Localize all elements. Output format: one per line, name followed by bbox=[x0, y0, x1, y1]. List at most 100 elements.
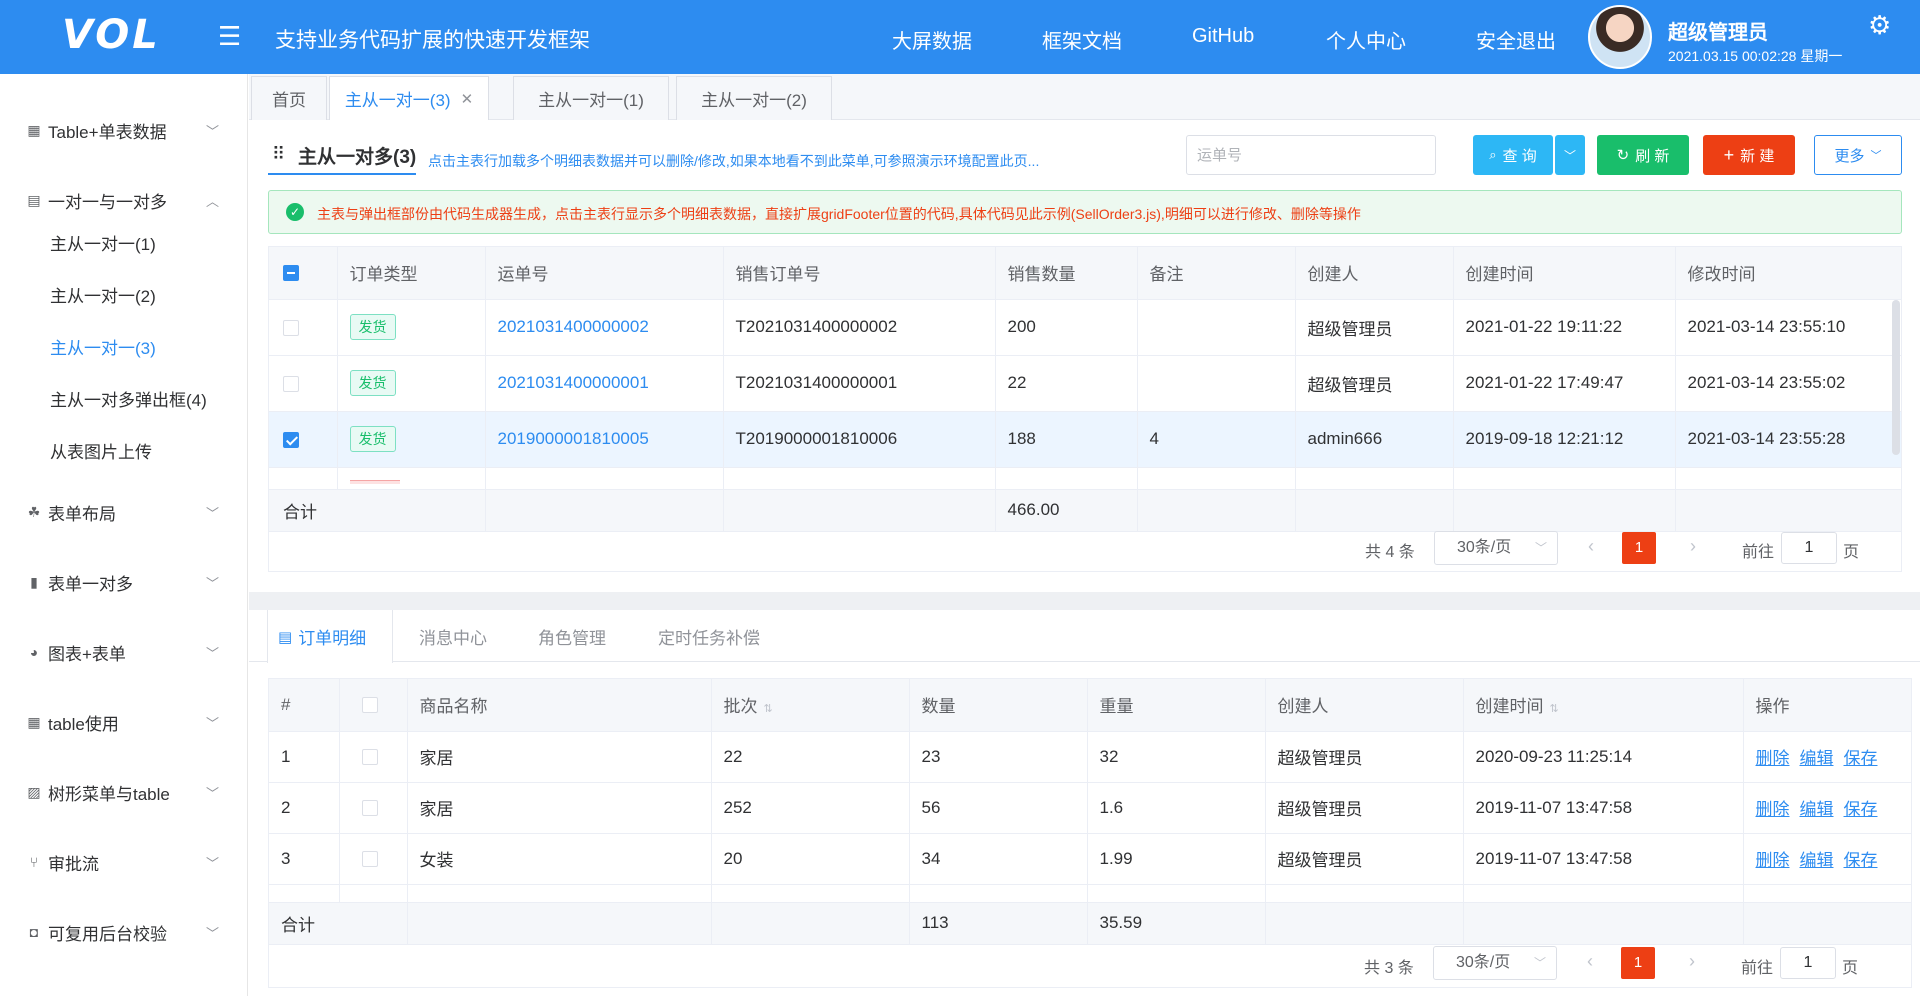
edit-link[interactable]: 编辑 bbox=[1800, 800, 1834, 819]
table-cell[interactable]: 女装 bbox=[407, 833, 712, 885]
table-cell[interactable]: 56 bbox=[909, 782, 1088, 834]
save-link[interactable]: 保存 bbox=[1844, 851, 1878, 870]
waybill-search-input[interactable] bbox=[1186, 135, 1436, 175]
tab-master-detail-1[interactable]: 主从一对一(1) bbox=[513, 76, 669, 120]
table-row[interactable]: 3 女装 20 34 1.99 超级管理员 2019-11-07 13:47:5… bbox=[269, 833, 1911, 885]
table-row[interactable]: 1 家居 22 23 32 超级管理员 2020-09-23 11:25:14 … bbox=[269, 731, 1911, 783]
sidebar-group-tree-table[interactable]: ▨ 树形菜单与table ﹀ bbox=[0, 772, 248, 812]
tab-message-center[interactable]: 消息中心 bbox=[419, 610, 487, 662]
column-header[interactable]: 商品名称 bbox=[407, 679, 712, 732]
column-header-sortable[interactable]: 批次 ⇅ bbox=[711, 679, 910, 732]
table-cell[interactable]: 22 bbox=[711, 731, 910, 783]
next-page-icon[interactable]: › bbox=[1690, 536, 1696, 557]
column-header[interactable]: 创建人 bbox=[1295, 247, 1454, 300]
waybill-link[interactable]: 2019000001810005 bbox=[498, 429, 649, 448]
select-all-cell[interactable] bbox=[269, 247, 338, 300]
waybill-link[interactable]: 2021031400000001 bbox=[498, 373, 649, 392]
table-cell[interactable]: 252 bbox=[711, 782, 910, 834]
row-checkbox[interactable] bbox=[361, 800, 378, 817]
sidebar-group-validation[interactable]: ◘ 可复用后台校验 ﹀ bbox=[0, 912, 248, 952]
edit-link[interactable]: 编辑 bbox=[1800, 749, 1834, 768]
sidebar-group-form-one-to-many[interactable]: ▮ 表单一对多 ﹀ bbox=[0, 562, 248, 602]
table-cell[interactable]: 家居 bbox=[407, 782, 712, 834]
refresh-button[interactable]: ↻ 刷 新 bbox=[1597, 135, 1689, 175]
page-number-active[interactable]: 1 bbox=[1622, 532, 1656, 564]
query-button[interactable]: ⌕ 查 询 bbox=[1473, 135, 1553, 175]
delete-link[interactable]: 删除 bbox=[1756, 749, 1790, 768]
waybill-link[interactable]: 2021031400000002 bbox=[498, 317, 649, 336]
new-button[interactable]: + 新 建 bbox=[1703, 135, 1795, 175]
row-checkbox[interactable] bbox=[361, 851, 378, 868]
query-dropdown-button[interactable]: ﹀ bbox=[1555, 135, 1585, 175]
column-header[interactable]: 数量 bbox=[909, 679, 1088, 732]
nav-bigscreen[interactable]: 大屏数据 bbox=[892, 25, 972, 54]
column-header[interactable]: 运单号 bbox=[485, 247, 724, 300]
sidebar-group-chart-form[interactable]: ◕ 图表+表单 ﹀ bbox=[0, 632, 248, 672]
next-page-icon[interactable]: › bbox=[1689, 951, 1695, 972]
column-header[interactable]: 重量 bbox=[1087, 679, 1266, 732]
column-header-sortable[interactable]: 创建时间 ⇅ bbox=[1463, 679, 1744, 732]
table-row[interactable]: 2 家居 252 56 1.6 超级管理员 2019-11-07 13:47:5… bbox=[269, 782, 1911, 834]
select-all-checkbox[interactable] bbox=[361, 697, 378, 714]
prev-page-icon[interactable]: ‹ bbox=[1587, 951, 1593, 972]
table-cell[interactable]: 1.99 bbox=[1087, 833, 1266, 885]
tab-role-management[interactable]: 角色管理 bbox=[538, 610, 606, 662]
row-checkbox[interactable] bbox=[283, 319, 299, 336]
column-header[interactable]: 修改时间 bbox=[1675, 247, 1901, 300]
more-button[interactable]: 更多 ﹀ bbox=[1814, 135, 1902, 175]
column-header[interactable]: 创建时间 bbox=[1453, 247, 1676, 300]
column-header[interactable]: 订单类型 bbox=[337, 247, 486, 300]
sidebar-item-master-detail-2[interactable]: 主从一对一(2) bbox=[50, 282, 156, 307]
sidebar-item-master-detail-popup-4[interactable]: 主从一对多弹出框(4) bbox=[50, 386, 207, 411]
nav-docs[interactable]: 框架文档 bbox=[1042, 25, 1122, 54]
page-number-active[interactable]: 1 bbox=[1621, 947, 1655, 979]
row-checkbox[interactable] bbox=[283, 431, 299, 448]
column-header[interactable]: 备注 bbox=[1137, 247, 1296, 300]
column-header[interactable]: 销售数量 bbox=[995, 247, 1138, 300]
column-header[interactable]: 创建人 bbox=[1265, 679, 1464, 732]
sidebar-group-form-layout[interactable]: ☘ 表单布局 ﹀ bbox=[0, 492, 248, 532]
select-all-checkbox[interactable] bbox=[283, 265, 299, 282]
vertical-scrollbar[interactable] bbox=[1892, 300, 1900, 455]
menu-toggle-icon[interactable]: ☰ bbox=[218, 22, 241, 50]
nav-github[interactable]: GitHub bbox=[1192, 25, 1254, 48]
save-link[interactable]: 保存 bbox=[1844, 749, 1878, 768]
tab-master-detail-2[interactable]: 主从一对一(2) bbox=[676, 76, 832, 120]
row-checkbox[interactable] bbox=[283, 375, 299, 392]
gear-icon[interactable]: ⚙ bbox=[1868, 10, 1891, 41]
sort-icon[interactable]: ⇅ bbox=[764, 703, 773, 715]
table-cell[interactable]: 20 bbox=[711, 833, 910, 885]
table-cell[interactable]: 34 bbox=[909, 833, 1088, 885]
prev-page-icon[interactable]: ‹ bbox=[1588, 536, 1594, 557]
table-cell[interactable]: 23 bbox=[909, 731, 1088, 783]
sidebar-group-table[interactable]: ▦ Table+单表数据 ﹀ bbox=[0, 110, 248, 150]
app-logo[interactable]: VOL bbox=[62, 12, 161, 58]
edit-link[interactable]: 编辑 bbox=[1800, 851, 1834, 870]
table-row[interactable]: 发货 2021031400000001 T2021031400000001 22… bbox=[269, 355, 1901, 412]
sidebar-item-master-detail-1[interactable]: 主从一对一(1) bbox=[50, 230, 156, 255]
sidebar-group-one-to-many[interactable]: ▤ 一对一与一对多 ︿ bbox=[0, 180, 248, 220]
goto-page-input[interactable] bbox=[1780, 947, 1836, 979]
save-link[interactable]: 保存 bbox=[1844, 800, 1878, 819]
table-cell[interactable]: 1.6 bbox=[1087, 782, 1266, 834]
table-cell[interactable]: 32 bbox=[1087, 731, 1266, 783]
delete-link[interactable]: 删除 bbox=[1756, 851, 1790, 870]
close-icon[interactable]: ✕ bbox=[461, 90, 474, 108]
avatar[interactable] bbox=[1588, 5, 1652, 69]
sidebar-item-master-detail-3[interactable]: 主从一对一(3) bbox=[50, 334, 156, 359]
table-cell[interactable]: 家居 bbox=[407, 731, 712, 783]
goto-page-input[interactable] bbox=[1781, 532, 1837, 564]
delete-link[interactable]: 删除 bbox=[1756, 800, 1790, 819]
page-size-select[interactable]: 30条/页 ﹀ bbox=[1434, 531, 1558, 565]
sidebar-group-approval[interactable]: ⑂ 审批流 ﹀ bbox=[0, 842, 248, 882]
sidebar-item-image-upload[interactable]: 从表图片上传 bbox=[50, 438, 152, 463]
tab-master-detail-3[interactable]: 主从一对一(3) ✕ bbox=[329, 76, 489, 120]
nav-logout[interactable]: 安全退出 bbox=[1476, 25, 1556, 54]
tab-order-detail[interactable]: ▤ 订单明细 bbox=[267, 610, 393, 663]
tab-scheduled-task[interactable]: 定时任务补偿 bbox=[658, 610, 760, 662]
column-header[interactable]: 销售订单号 bbox=[723, 247, 996, 300]
row-checkbox[interactable] bbox=[361, 749, 378, 766]
table-row[interactable]: 发货 2021031400000002 T2021031400000002 20… bbox=[269, 299, 1901, 356]
page-size-select[interactable]: 30条/页 ﹀ bbox=[1433, 946, 1557, 980]
sidebar-group-table-usage[interactable]: ▦ table使用 ﹀ bbox=[0, 702, 248, 742]
